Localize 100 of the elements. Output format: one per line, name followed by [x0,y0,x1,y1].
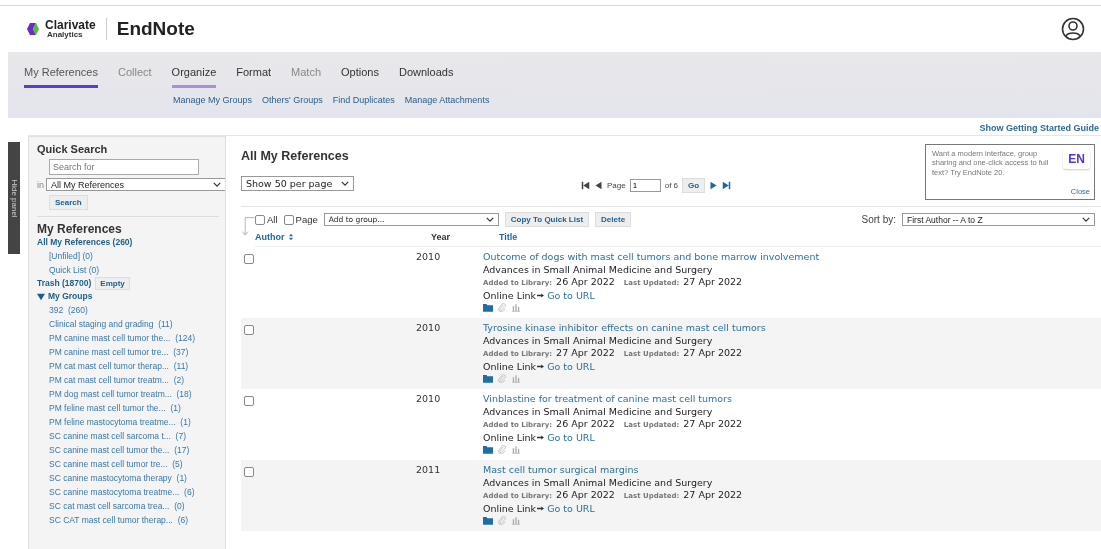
group-link[interactable]: PM feline mastocytoma treatme... (1) [49,415,191,429]
search-field[interactable]: Search for [49,159,199,175]
bar-chart-icon[interactable] [511,303,521,312]
reference-title-link[interactable]: Outcome of dogs with mast cell tumors and bone marrow involvement [483,251,820,264]
group-link[interactable]: SC canine mast cell tumor tre... (5) [49,457,183,471]
folder-icon[interactable] [483,303,493,312]
first-page-icon[interactable] [581,181,590,190]
reference-title-link[interactable]: Vinblastine for treatment of canine mast cell tumors [483,393,732,406]
page-label: Page [607,181,626,190]
group-link[interactable]: PM feline mast cell tumor the... (1) [49,401,181,415]
last-page-icon[interactable] [722,181,732,190]
group-link[interactable]: PM dog mast cell tumor treatm... (18) [49,387,192,401]
bar-chart-icon[interactable] [511,374,521,383]
paperclip-icon[interactable] [497,374,507,383]
arrow-icon [537,435,545,441]
empty-button[interactable]: Empty [95,277,130,290]
checkbox[interactable] [283,214,294,225]
group-link[interactable]: SC canine mastocytoma treatme... (6) [49,485,195,499]
online-link-label: Online Link [483,360,537,373]
subnav-link[interactable]: Manage My Groups [173,95,253,105]
url-link[interactable]: Go to URL [547,431,595,444]
group-link[interactable]: SC canine mast cell sarcoma t... (7) [49,429,186,443]
per-page-dropdown[interactable]: Show 50 per page [241,176,354,191]
online-link-label: Online Link [483,289,537,302]
arrow-icon [537,364,545,370]
updated-date: 27 Apr 2022 [683,418,743,431]
column-header: Year [431,232,452,242]
library-link[interactable]: Quick List (0) [49,263,100,277]
reference-title-link[interactable]: Tyrosine kinase inhibitor effects on canine mast cell tumors [483,322,766,335]
sort-icon[interactable] [289,233,293,241]
folder-icon[interactable] [483,374,493,383]
folder-icon[interactable] [483,516,493,525]
nav-tab[interactable]: Format [236,66,272,88]
group-link[interactable]: PM canine mast cell tumor the... (124) [49,331,195,345]
url-link[interactable]: Go to URL [547,289,595,302]
checkbox[interactable] [255,214,265,225]
previous-page-icon[interactable] [594,181,603,190]
online-link-label: Online Link [483,431,537,444]
arrow-icon [537,293,545,299]
nav-tab[interactable]: My References [24,66,98,88]
added-date: 26 Apr 2022 [556,418,615,431]
user-icon[interactable] [1061,17,1085,41]
product-name: EndNote [116,18,195,40]
chevron-down-icon [1082,217,1090,222]
url-link[interactable]: Go to URL [547,360,595,373]
row-checkbox[interactable] [244,396,254,406]
group-link[interactable]: PM cat mast cell tumor treatm... (2) [49,373,185,387]
sort-dropdown[interactable]: First Author -- A to Z [902,213,1095,226]
trash-link[interactable]: Trash (18700) [37,277,92,290]
chevron-down-icon [213,182,221,187]
guide-link[interactable]: Show Getting Started Guide [979,123,1099,133]
added-date: 26 Apr 2022 [556,489,615,502]
page-field[interactable]: 1 [629,179,661,192]
corner-arrow-icon [241,215,255,237]
group-link[interactable]: SC canine mast cell tumor the... (17) [49,443,190,457]
arrow-icon [537,506,545,512]
group-link[interactable]: PM canine mast cell tumor tre... (37) [49,345,189,359]
delete-button[interactable]: Delete [595,212,632,227]
group-link[interactable]: SC canine mastocytoma therapy (1) [49,471,187,485]
paperclip-icon[interactable] [497,516,507,525]
library-link[interactable]: All My References (260) [37,236,133,249]
next-page-icon[interactable] [709,181,719,190]
panel-heading: Quick Search [37,143,108,155]
search-button[interactable]: Search [49,195,88,210]
library-link[interactable]: [Unfiled] (0) [49,249,93,263]
group-link[interactable]: 392 (260) [49,303,88,317]
groups-toggle[interactable]: My Groups [37,290,93,303]
paperclip-icon[interactable] [497,303,507,312]
row-checkbox[interactable] [244,325,254,335]
row-checkbox[interactable] [244,254,254,264]
brand-subtitle: Analytics [47,31,84,39]
go-button[interactable]: Go [682,178,706,193]
column-header[interactable]: Author [255,232,289,242]
expand-triangle-icon [37,292,45,301]
copy-button[interactable]: Copy To Quick List [504,212,590,227]
hide-panel-tab[interactable]: Hide panel [8,142,20,254]
nav-tab[interactable]: Organize [171,66,217,88]
page-title: All My References [241,149,350,163]
online-link-label: Online Link [483,502,537,515]
scope-dropdown[interactable]: All My References [46,178,225,191]
bar-chart-icon[interactable] [511,516,521,525]
url-link[interactable]: Go to URL [547,502,595,515]
subnav-link[interactable]: Find Duplicates [332,95,395,105]
bar-chart-icon[interactable] [511,445,521,454]
nav-tab[interactable]: Options [341,66,379,88]
subnav-link[interactable]: Manage Attachments [404,95,490,105]
reference-title-link[interactable]: Mast cell tumor surgical margins [483,464,639,477]
updated-date: 27 Apr 2022 [683,347,743,360]
row-checkbox[interactable] [244,467,254,477]
group-link[interactable]: SC CAT mast cell tumor therap... (6) [49,513,189,527]
paperclip-icon[interactable] [497,445,507,454]
group-link[interactable]: SC cat mast cell sarcoma trea... (0) [49,499,185,513]
brand-name: Clarivate [45,19,96,31]
nav-tab[interactable]: Downloads [399,66,454,88]
year-cell-text: 2010 [416,251,442,262]
group-link[interactable]: Clinical staging and grading (11) [49,317,173,331]
folder-icon[interactable] [483,445,493,454]
year-cell-text: 2011 [416,464,442,475]
subnav-link[interactable]: Others' Groups [262,95,323,105]
group-link[interactable]: PM cat mast cell tumor therap... (11) [49,359,189,373]
